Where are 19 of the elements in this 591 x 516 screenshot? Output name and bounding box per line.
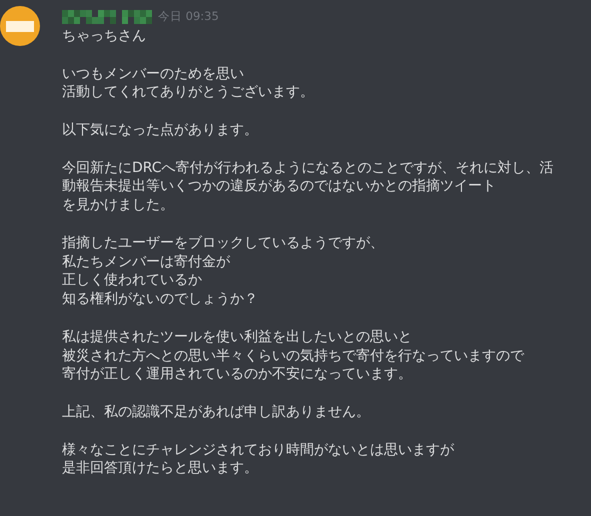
message-line: 様々なことにチャレンジされており時間がないとは思いますが bbox=[62, 440, 455, 460]
message-line: 私は提供されたツールを使い利益を出したいとの思いと bbox=[62, 328, 413, 347]
message-line: いつもメンバーのためを思い bbox=[62, 64, 245, 84]
message-line: 上記、私の認識不足があれば申し訳ありません。 bbox=[62, 402, 371, 422]
message-line: を見かけました。 bbox=[62, 196, 175, 215]
message-line: 被災された方へとの思い半々くらいの気持ちで寄付を行なっていますので bbox=[62, 346, 526, 366]
message-line: 指摘したユーザーをブロックしているようですが、 bbox=[62, 234, 385, 253]
message-line: 寄付が正しく運用されているのか不安になっています。 bbox=[62, 365, 413, 384]
message-line: 是非回答頂けたらと思います。 bbox=[62, 459, 259, 478]
message-line: 私たちメンバーは寄付金が bbox=[62, 252, 231, 272]
message-line: 以下気になった点があります。 bbox=[62, 120, 259, 140]
message-line: 活動してくれてありがとうございます。 bbox=[62, 83, 315, 102]
message-line: 動報告未提出等いくつかの違反があるのではないかとの指摘ツイート bbox=[62, 177, 497, 196]
message-line: ちゃっちさん bbox=[62, 27, 147, 46]
message-line: 正しく使われているか bbox=[62, 271, 203, 290]
message-line: 知る権利がないのでしょうか？ bbox=[62, 290, 259, 309]
avatar[interactable] bbox=[0, 5, 40, 47]
message-line: 今回新たにDRCへ寄付が行われるようになるとのことですが、それに対し、活 bbox=[62, 158, 554, 178]
timestamp: 今日 09:35 bbox=[158, 8, 219, 26]
